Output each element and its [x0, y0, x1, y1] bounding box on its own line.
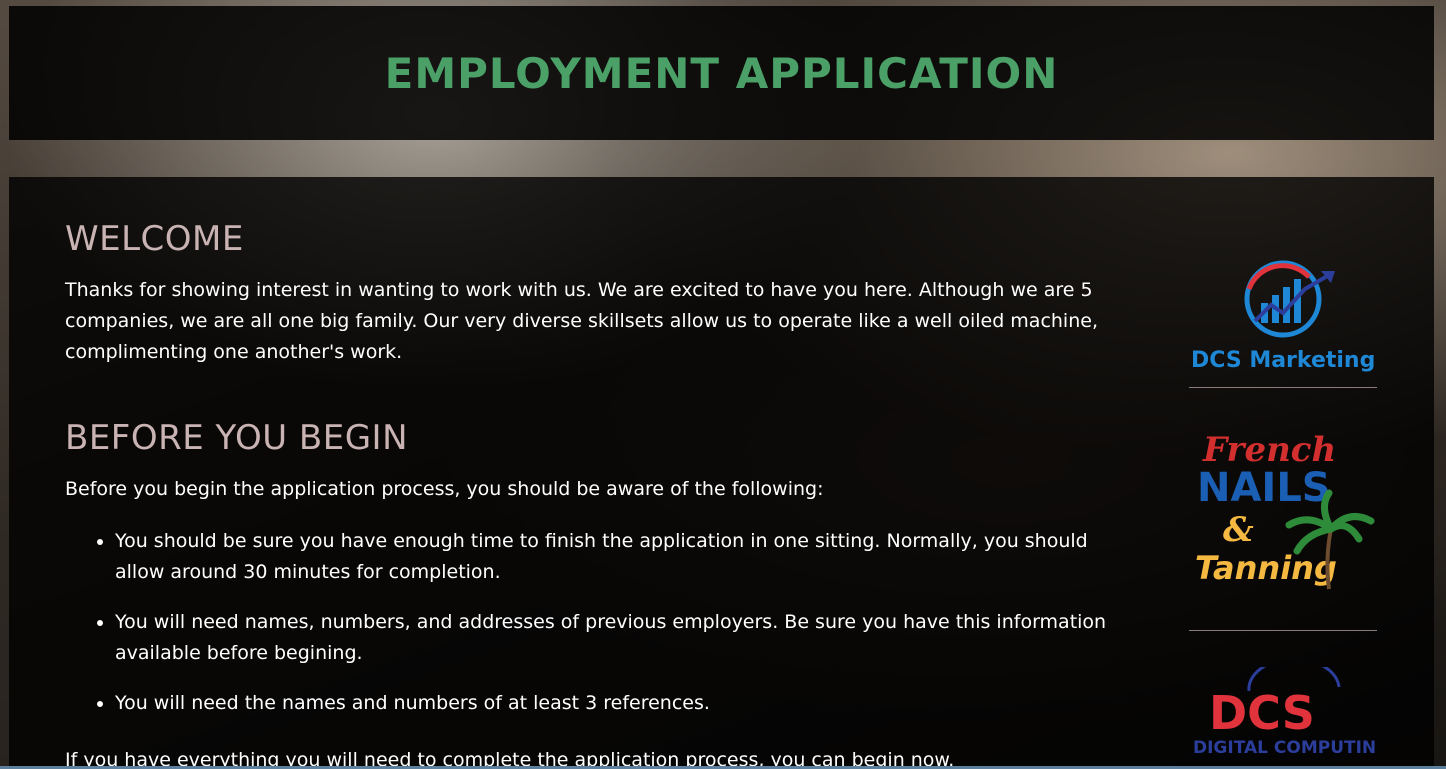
dcs-digital-logo-graphic: DCS DIGITAL COMPUTING — [1193, 667, 1377, 757]
page-header: EMPLOYMENT APPLICATION — [9, 6, 1434, 140]
dcs-text: DCS Marketing — [1191, 348, 1375, 373]
dcs-digital-computing-logo[interactable]: DCS DIGITAL COMPUTING — [1189, 667, 1377, 757]
logo-divider — [1189, 387, 1377, 388]
svg-text:Tanning: Tanning — [1195, 549, 1337, 587]
main-content: WELCOME Thanks for showing interest in w… — [65, 219, 1135, 769]
welcome-text: Thanks for showing interest in wanting t… — [65, 279, 1098, 363]
page-title: EMPLOYMENT APPLICATION — [384, 48, 1059, 98]
svg-text:NAILS: NAILS — [1197, 465, 1331, 511]
french-nails-logo-graphic: French NAILS & Tanning — [1195, 430, 1375, 590]
french-nails-tanning-logo[interactable]: French NAILS & Tanning — [1189, 408, 1377, 630]
content-panel: WELCOME Thanks for showing interest in w… — [9, 177, 1434, 769]
svg-text:French: French — [1202, 430, 1336, 470]
welcome-heading: WELCOME — [65, 219, 244, 259]
requirements-list: You should be sure you have enough time … — [65, 526, 1135, 719]
dcs-marketing-logo-graphic: DCS Marketing — [1191, 260, 1375, 373]
company-logos-sidebar: DCS Marketing French NAILS & Tanning DCS… — [1189, 257, 1377, 757]
before-intro-text: Before you begin the application process… — [65, 478, 824, 500]
before-you-begin-heading: BEFORE YOU BEGIN — [65, 418, 409, 458]
svg-text:&: & — [1223, 510, 1254, 550]
list-item: You will need names, numbers, and addres… — [115, 607, 1135, 669]
list-item: You will need the names and numbers of a… — [115, 688, 1135, 719]
logo-divider — [1189, 630, 1377, 631]
svg-text:DCS: DCS — [1209, 686, 1315, 740]
list-item: You should be sure you have enough time … — [115, 526, 1135, 588]
svg-text:DIGITAL COMPUTING: DIGITAL COMPUTING — [1193, 738, 1377, 757]
dcs-marketing-logo[interactable]: DCS Marketing — [1189, 251, 1377, 387]
